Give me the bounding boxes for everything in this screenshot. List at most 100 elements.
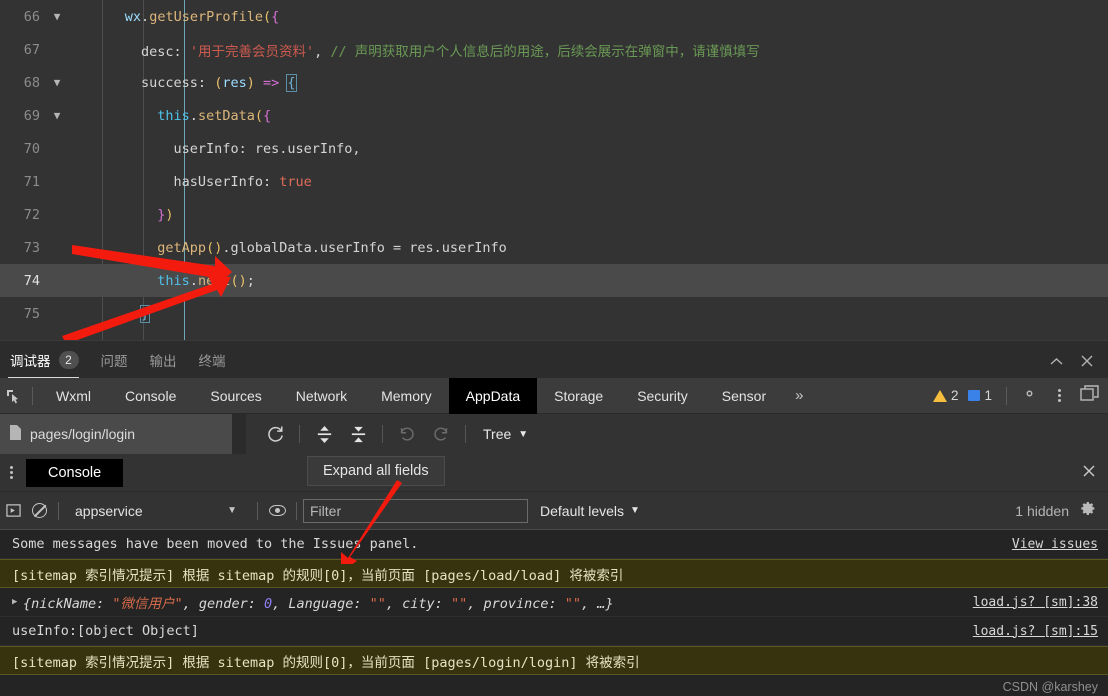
console-drawer-header: Console	[0, 454, 1108, 492]
app-window: 66 ▼ wx.getUserProfile({ 67 desc: '用于完善会…	[0, 0, 1108, 696]
code-content: })	[157, 206, 174, 223]
code-line[interactable]: 75 }	[0, 297, 1108, 330]
tab-console[interactable]: Console	[108, 378, 193, 414]
tab-storage[interactable]: Storage	[537, 378, 620, 414]
view-mode-label: Tree	[483, 426, 512, 442]
line-number: 67	[23, 41, 40, 58]
panel-tab-label: 调试器	[10, 354, 51, 369]
log-levels-select[interactable]: Default levels ▼	[540, 503, 640, 519]
undo-icon[interactable]	[390, 419, 424, 449]
fold-chevron-down-icon[interactable]: ▼	[44, 77, 70, 88]
kebab-menu-icon[interactable]	[0, 454, 22, 492]
console-filter-right: 1 hidden	[1015, 500, 1108, 522]
code-line[interactable]: 72 })	[0, 198, 1108, 231]
console-message-info[interactable]: Some messages have been moved to the Iss…	[0, 530, 1108, 559]
execute-icon[interactable]	[0, 492, 26, 530]
kebab-menu-icon[interactable]	[1048, 377, 1070, 415]
warning-count: 2	[950, 388, 959, 403]
message-count-group[interactable]: 1	[968, 388, 992, 403]
code-line[interactable]: 71 hasUserInfo: true	[0, 165, 1108, 198]
tab-wxml[interactable]: Wxml	[39, 378, 108, 414]
message-square-icon	[968, 390, 981, 401]
filter-input[interactable]	[303, 498, 528, 523]
code-line[interactable]: 69 ▼ this.setData({	[0, 99, 1108, 132]
expand-all-icon[interactable]	[307, 419, 341, 449]
panel-header-actions	[1049, 354, 1108, 378]
source-link[interactable]: load.js? [sm]:38	[959, 595, 1098, 610]
clear-console-icon[interactable]	[26, 492, 52, 530]
refresh-icon[interactable]	[258, 419, 292, 449]
context-label: appservice	[75, 502, 143, 519]
code-content: hasUserInfo: true	[173, 173, 312, 190]
divider	[296, 501, 297, 520]
page-path-select[interactable]: pages/login/login	[0, 414, 232, 454]
panel-tab-badge: 2	[58, 351, 79, 369]
collapse-all-icon[interactable]	[341, 419, 375, 449]
code-line[interactable]: 68 ▼ success: (res) => {	[0, 66, 1108, 99]
tab-network[interactable]: Network	[279, 378, 364, 414]
gear-icon[interactable]	[1079, 500, 1102, 522]
appdata-tool-buttons: Tree ▼	[246, 419, 528, 449]
console-message-info[interactable]: useInfo:[object Object] load.js? [sm]:15	[0, 617, 1108, 646]
console-message-text: useInfo:[object Object]	[12, 623, 199, 639]
code-content: wx.getUserProfile({	[124, 8, 280, 25]
console-message-list[interactable]: Some messages have been moved to the Iss…	[0, 530, 1108, 696]
code-line-current[interactable]: 74 this.next();	[0, 264, 1108, 297]
gear-icon[interactable]	[1021, 385, 1038, 407]
view-mode-select[interactable]: Tree ▼	[483, 426, 528, 442]
more-tabs-button[interactable]: »	[783, 387, 815, 404]
code-line[interactable]: 76 })	[0, 330, 1108, 341]
code-content: this.setData({	[157, 107, 272, 124]
console-message-text: {nickName: "微信用户", gender: 0, Language: …	[23, 596, 614, 612]
code-line[interactable]: 73 getApp().globalData.userInfo = res.us…	[0, 231, 1108, 264]
devtools-tabstrip: Wxml Console Sources Network Memory AppD…	[0, 377, 1108, 415]
code-editor[interactable]: 66 ▼ wx.getUserProfile({ 67 desc: '用于完善会…	[0, 0, 1108, 340]
tab-security[interactable]: Security	[620, 378, 705, 414]
console-message-warning[interactable]: [sitemap 索引情况提示] 根据 sitemap 的规则[0]，当前页面 …	[0, 559, 1108, 588]
tab-label: Memory	[381, 387, 432, 404]
warning-count-group[interactable]: 2	[932, 388, 959, 403]
panel-tab-label: 问题	[100, 354, 128, 369]
tab-sensor[interactable]: Sensor	[705, 378, 783, 414]
code-content: userInfo: res.userInfo,	[173, 140, 361, 157]
line-number: 69	[23, 107, 40, 124]
code-line[interactable]: 66 ▼ wx.getUserProfile({	[0, 0, 1108, 33]
code-line[interactable]: 70 userInfo: res.userInfo,	[0, 132, 1108, 165]
tab-sources[interactable]: Sources	[193, 378, 278, 414]
page-list-scrollbar[interactable]	[232, 414, 246, 454]
expand-triangle-icon[interactable]: ▶	[12, 597, 23, 607]
fold-chevron-down-icon[interactable]: ▼	[44, 110, 70, 121]
fold-chevron-down-icon[interactable]: ▼	[44, 11, 70, 22]
devtools-status-area: 2 1	[932, 377, 1108, 415]
tab-appdata[interactable]: AppData	[448, 377, 538, 414]
close-icon[interactable]	[1080, 354, 1094, 370]
tab-label: Sensor	[721, 387, 767, 404]
live-expression-icon[interactable]	[264, 492, 290, 530]
expand-all-fields-button[interactable]: Expand all fields	[307, 456, 445, 486]
source-link[interactable]: load.js? [sm]:15	[959, 624, 1098, 639]
code-line[interactable]: 67 desc: '用于完善会员资料', // 声明获取用户个人信息后的用途，后…	[0, 33, 1108, 66]
chevron-down-icon: ▼	[630, 505, 640, 516]
console-message-warning[interactable]: [sitemap 索引情况提示] 根据 sitemap 的规则[0]，当前页面 …	[0, 646, 1108, 675]
warning-triangle-icon	[932, 389, 947, 402]
console-message-object[interactable]: ▶ {nickName: "微信用户", gender: 0, Language…	[0, 588, 1108, 617]
inspect-element-icon[interactable]	[0, 378, 26, 414]
divider	[382, 425, 383, 443]
line-number: 74	[23, 272, 40, 289]
tab-memory[interactable]: Memory	[364, 378, 449, 414]
panel-tab-output[interactable]: 输出	[140, 350, 189, 378]
panel-tab-terminal[interactable]: 终端	[189, 350, 238, 378]
redo-icon[interactable]	[424, 419, 458, 449]
line-number: 71	[23, 173, 40, 190]
context-select[interactable]: appservice ▼	[65, 503, 251, 519]
panel-tab-problems[interactable]: 问题	[91, 350, 140, 378]
log-levels-label: Default levels	[540, 502, 625, 519]
dock-panel-icon[interactable]	[1080, 384, 1104, 407]
close-icon[interactable]	[1082, 464, 1108, 482]
chevron-up-icon[interactable]	[1049, 355, 1064, 369]
drawer-tab-console[interactable]: Console	[26, 458, 124, 487]
message-count: 1	[984, 388, 992, 403]
chevron-down-icon: ▼	[227, 505, 237, 516]
view-issues-link[interactable]: View issues	[998, 537, 1098, 552]
panel-tab-debugger[interactable]: 调试器 2	[0, 350, 91, 378]
